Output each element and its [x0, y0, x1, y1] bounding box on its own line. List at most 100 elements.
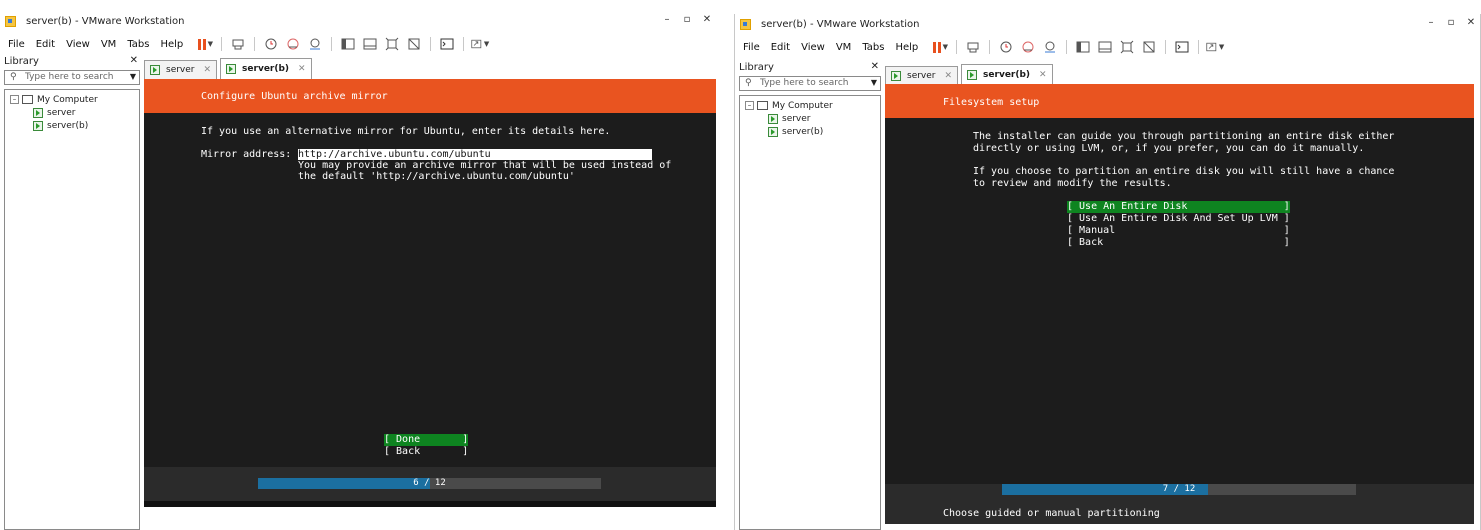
vm-icon [967, 70, 978, 80]
window-controls: – ▫ ✕ [662, 14, 712, 25]
revert-icon[interactable] [1019, 39, 1037, 55]
tab-server[interactable]: server ✕ [885, 66, 959, 85]
tree-label: server [782, 113, 811, 124]
progress-bar: 6 / 12 [258, 478, 601, 489]
revert-icon[interactable] [284, 36, 302, 52]
toolbar: ▼ ▼ [194, 36, 491, 52]
menu-bar: File Edit View VM Tabs Help ▼ ▼ [735, 38, 1480, 56]
close-icon[interactable]: ✕ [204, 65, 212, 75]
pause-icon[interactable]: ▼ [931, 39, 949, 55]
close-icon[interactable]: ✕ [945, 71, 953, 81]
library-view-icon[interactable] [339, 36, 357, 52]
vm-console[interactable]: Configure Ubuntu archive mirror If you u… [144, 79, 716, 507]
collapse-icon[interactable]: – [10, 95, 19, 104]
stretch-icon[interactable]: ▼ [1206, 39, 1224, 55]
tab-server-b[interactable]: server(b) ✕ [220, 58, 312, 79]
option-back[interactable]: [ Back ] [1067, 237, 1290, 249]
library-tree: – My Computer server server(b) [4, 89, 140, 530]
window-title: server(b) - VMware Workstation [26, 16, 185, 27]
console-icon[interactable] [438, 36, 456, 52]
chevron-down-icon[interactable]: ▼ [130, 72, 136, 81]
window-controls: – ▫ ✕ [1426, 17, 1476, 28]
minimize-icon[interactable]: – [662, 14, 672, 25]
tree-label: My Computer [772, 100, 833, 111]
option-entire-disk-lvm[interactable]: [ Use An Entire Disk And Set Up LVM ] [1067, 213, 1290, 225]
tab-label: server [166, 65, 195, 75]
close-icon[interactable]: ✕ [298, 64, 306, 74]
menu-file[interactable]: File [8, 39, 25, 50]
close-icon[interactable]: ✕ [130, 55, 138, 66]
menu-file[interactable]: File [743, 42, 760, 53]
close-icon[interactable]: ✕ [702, 14, 712, 25]
intro-line-2: directly or using LVM, or, if you prefer… [973, 143, 1365, 154]
tree-item-server-b[interactable]: server(b) [740, 125, 880, 138]
menu-bar: File Edit View VM Tabs Help ▼ ▼ [0, 35, 716, 53]
done-button[interactable]: [ Done ] [384, 434, 469, 446]
menu-help[interactable]: Help [895, 42, 918, 53]
tree-item-my-computer[interactable]: – My Computer [740, 99, 880, 112]
collapse-icon[interactable]: – [745, 101, 754, 110]
chevron-down-icon[interactable]: ▼ [871, 78, 877, 87]
intro-line-4: to review and modify the results. [973, 178, 1172, 189]
tree-item-server-b[interactable]: server(b) [5, 119, 139, 132]
menu-edit[interactable]: Edit [36, 39, 55, 50]
unity-icon[interactable] [1140, 39, 1158, 55]
close-icon[interactable]: ✕ [1466, 17, 1476, 28]
snapshot-icon[interactable] [997, 39, 1015, 55]
vm-console[interactable]: Filesystem setup The installer can guide… [885, 84, 1474, 524]
app-icon [740, 19, 751, 30]
pause-icon[interactable]: ▼ [196, 36, 214, 52]
unity-icon[interactable] [405, 36, 423, 52]
tree-item-server[interactable]: server [5, 106, 139, 119]
library-panel: Library ✕ ⚲ ▼ – My Computer server serve… [4, 55, 140, 530]
vm-icon [226, 64, 237, 74]
maximize-icon[interactable]: ▫ [1446, 17, 1456, 28]
console-icon[interactable] [1173, 39, 1191, 55]
maximize-icon[interactable]: ▫ [682, 14, 692, 25]
fullscreen-icon[interactable] [1118, 39, 1136, 55]
menu-help[interactable]: Help [160, 39, 183, 50]
thumbnail-icon[interactable] [1096, 39, 1114, 55]
tree-label: server(b) [782, 126, 824, 137]
vmware-window-left: server(b) - VMware Workstation – ▫ ✕ Fil… [0, 11, 716, 530]
tab-server-b[interactable]: server(b) ✕ [961, 64, 1053, 85]
mirror-label: Mirror address: [201, 149, 292, 160]
mirror-address-input[interactable]: http://archive.ubuntu.com/ubuntu [298, 149, 652, 160]
installer-footer: 7 / 12 Choose guided or manual partition… [885, 484, 1474, 524]
close-icon[interactable]: ✕ [1039, 70, 1047, 80]
library-label: Library [4, 56, 39, 67]
menu-tabs[interactable]: Tabs [127, 39, 149, 50]
send-keys-icon[interactable] [229, 36, 247, 52]
menu-edit[interactable]: Edit [771, 42, 790, 53]
library-view-icon[interactable] [1074, 39, 1092, 55]
tab-server[interactable]: server ✕ [144, 60, 218, 79]
menu-view[interactable]: View [801, 42, 825, 53]
option-entire-disk[interactable]: [ Use An Entire Disk ] [1067, 201, 1290, 213]
thumbnail-icon[interactable] [361, 36, 379, 52]
option-manual[interactable]: [ Manual ] [1067, 225, 1290, 237]
library-search: ⚲ ▼ [739, 76, 881, 91]
menu-view[interactable]: View [66, 39, 90, 50]
close-icon[interactable]: ✕ [871, 61, 879, 72]
snapshot-icon[interactable] [262, 36, 280, 52]
back-button[interactable]: [ Back ] [384, 446, 468, 458]
installer-header: Configure Ubuntu archive mirror [144, 79, 716, 113]
snapshot-manager-icon[interactable] [1041, 39, 1059, 55]
tree-item-server[interactable]: server [740, 112, 880, 125]
installer-header: Filesystem setup [885, 84, 1474, 118]
tree-item-my-computer[interactable]: – My Computer [5, 93, 139, 106]
vm-icon [768, 126, 778, 137]
minimize-icon[interactable]: – [1426, 17, 1436, 28]
search-input[interactable] [25, 71, 121, 83]
search-input[interactable] [760, 77, 856, 89]
menu-vm[interactable]: VM [836, 42, 851, 53]
progress-text: 7 / 12 [1162, 484, 1196, 494]
menu-vm[interactable]: VM [101, 39, 116, 50]
installer-title: Filesystem setup [943, 97, 1040, 108]
send-keys-icon[interactable] [964, 39, 982, 55]
menu-tabs[interactable]: Tabs [862, 42, 884, 53]
fullscreen-icon[interactable] [383, 36, 401, 52]
snapshot-manager-icon[interactable] [306, 36, 324, 52]
vmware-window-right: server(b) - VMware Workstation – ▫ ✕ Fil… [734, 14, 1481, 530]
stretch-icon[interactable]: ▼ [471, 36, 489, 52]
